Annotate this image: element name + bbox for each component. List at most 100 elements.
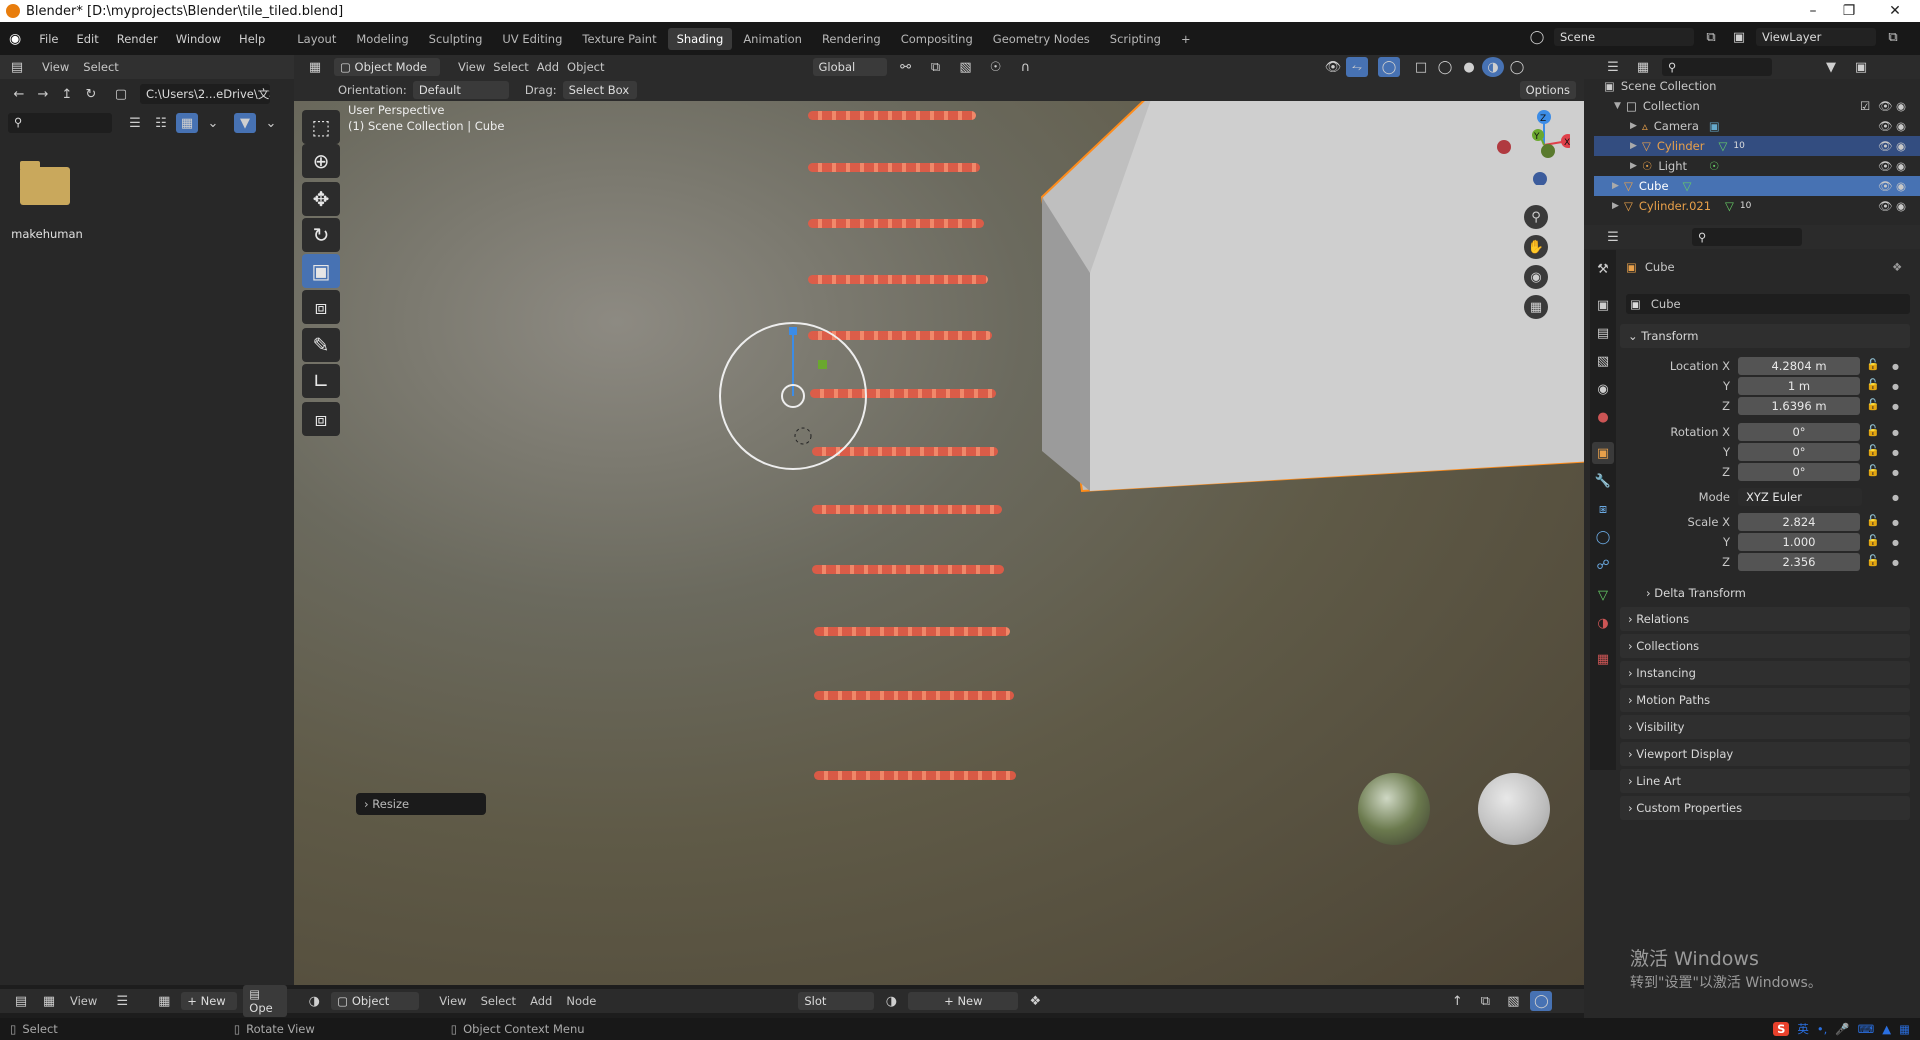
snap-target-icon[interactable]: ▧ — [955, 57, 977, 77]
pan-hand-icon[interactable]: ✋ — [1524, 235, 1548, 259]
outliner-filter-icon[interactable]: ▼ — [1820, 57, 1842, 77]
rendered-shading-icon[interactable]: ◯ — [1506, 57, 1528, 77]
add-workspace-button[interactable]: + — [1172, 28, 1200, 50]
ime-logo-icon[interactable]: S — [1773, 1022, 1790, 1036]
material-tab-icon[interactable]: ◑ — [1592, 612, 1614, 634]
thumbnail-view-icon[interactable]: ▦ — [176, 113, 198, 133]
outliner-item-cylinder[interactable]: ▶ ▽ Cylinder ▽ 10 👁 ◉ — [1594, 136, 1920, 156]
lock-icon[interactable]: 🔓 — [1866, 378, 1880, 391]
parent-node-tree-icon[interactable]: ↑ — [1446, 991, 1468, 1011]
checkbox-icon[interactable]: ☑ — [1860, 99, 1870, 113]
slot-dropdown[interactable]: Slot — [798, 992, 875, 1010]
ime-grid-icon[interactable]: ▦ — [1899, 1022, 1910, 1036]
ime-language[interactable]: 英 — [1797, 1021, 1809, 1037]
refresh-icon[interactable]: ↻ — [80, 84, 102, 104]
lock-icon[interactable]: 🔓 — [1866, 398, 1880, 411]
editor-type-icon[interactable]: ▤ — [6, 57, 28, 77]
falloff-icon[interactable]: ∩ — [1015, 57, 1037, 77]
cursor-tool-icon[interactable]: ⊕ — [302, 144, 340, 178]
lock-icon[interactable]: 🔓 — [1866, 464, 1880, 477]
motion-paths-panel-header[interactable]: › Motion Paths — [1620, 688, 1910, 712]
transform-orientation-dropdown[interactable]: Global — [812, 58, 887, 76]
scale-y-field[interactable]: 1.000 — [1738, 533, 1860, 551]
keyframe-dot-icon[interactable]: ● — [1892, 362, 1899, 371]
properties-search-input[interactable]: ⚲ — [1692, 228, 1802, 246]
tab-shading[interactable]: Shading — [667, 27, 733, 50]
keyframe-dot-icon[interactable]: ● — [1892, 558, 1899, 567]
tab-scripting[interactable]: Scripting — [1101, 28, 1170, 50]
node-select-menu[interactable]: Select — [481, 994, 516, 1008]
viewport-add-menu[interactable]: Add — [537, 60, 559, 74]
drag-dropdown[interactable]: Select Box — [562, 81, 637, 99]
custom-properties-panel-header[interactable]: › Custom Properties — [1620, 796, 1910, 820]
outliner-editor-icon[interactable]: ☰ — [1602, 57, 1624, 77]
pin-icon[interactable]: ❖ — [1024, 991, 1046, 1011]
overlay-toggle-icon[interactable]: ◯ — [1530, 991, 1553, 1011]
path-field[interactable]: C:\Users\2...eDrive\文档\ — [140, 84, 270, 104]
fb-select-menu[interactable]: Select — [83, 60, 118, 74]
blender-menu-icon[interactable]: ◉ — [0, 31, 30, 47]
material-shading-icon[interactable]: ◑ — [1482, 57, 1504, 77]
menu-window[interactable]: Window — [167, 32, 230, 46]
navigation-gizmo[interactable]: Z Y X — [1490, 105, 1570, 185]
hamburger-menu-icon[interactable]: ☰ — [111, 991, 133, 1011]
forward-icon[interactable]: → — [32, 84, 54, 104]
transform-tool-icon[interactable]: ⧈ — [302, 290, 340, 324]
location-y-field[interactable]: 1 m — [1738, 377, 1860, 395]
proportional-edit-icon[interactable]: ☉ — [985, 57, 1007, 77]
keyframe-dot-icon[interactable]: ● — [1892, 402, 1899, 411]
rotation-z-field[interactable]: 0° — [1738, 463, 1860, 481]
lock-icon[interactable]: 🔓 — [1866, 534, 1880, 547]
display-mode-icon[interactable]: ▦ — [1632, 57, 1654, 77]
menu-edit[interactable]: Edit — [67, 32, 107, 46]
line-art-panel-header[interactable]: › Line Art — [1620, 769, 1910, 793]
short-list-icon[interactable]: ☷ — [150, 113, 172, 133]
search-input[interactable]: ⚲ — [8, 113, 112, 133]
lock-icon[interactable]: 🔓 — [1866, 424, 1880, 437]
ime-shirt-icon[interactable]: ▲ — [1882, 1022, 1891, 1036]
pin-icon[interactable]: ❖ — [1892, 260, 1902, 274]
parent-dir-icon[interactable]: ↥ — [56, 84, 78, 104]
eye-icon[interactable]: 👁 — [1878, 119, 1893, 133]
orientation-dropdown[interactable]: Default — [412, 81, 509, 99]
node-add-menu[interactable]: Add — [530, 994, 552, 1008]
outliner-item-light[interactable]: ▶ ☉ Light ☉ 👁 ◉ — [1630, 156, 1920, 176]
rotate-tool-icon[interactable]: ↻ — [302, 218, 340, 252]
keyframe-dot-icon[interactable]: ● — [1892, 428, 1899, 437]
rotation-x-field[interactable]: 0° — [1738, 423, 1860, 441]
outliner-item-cube[interactable]: ▶ ▽ Cube ▽ 👁 ◉ — [1594, 176, 1920, 196]
fb-view-menu[interactable]: View — [42, 60, 69, 74]
menu-file[interactable]: File — [30, 32, 67, 46]
outliner-root[interactable]: ▣ Scene Collection — [1604, 76, 1920, 96]
gizmo-toggle-icon[interactable]: ⥊ — [1346, 57, 1368, 77]
viewport-editor-icon[interactable]: ▦ — [304, 57, 326, 77]
camera-render-icon[interactable]: ◉ — [1896, 99, 1906, 113]
eye-icon[interactable]: 👁 — [1878, 139, 1893, 153]
pivot-icon[interactable]: ⚯ — [895, 57, 917, 77]
snap-icon[interactable]: ⧉ — [1474, 991, 1496, 1011]
keyframe-dot-icon[interactable]: ● — [1892, 382, 1899, 391]
move-tool-icon[interactable]: ✥ — [302, 182, 340, 216]
keyframe-dot-icon[interactable]: ● — [1892, 538, 1899, 547]
outliner-search-input[interactable]: ⚲ — [1662, 58, 1772, 76]
new-viewlayer-icon[interactable]: ⧉ — [1882, 27, 1904, 47]
options-dropdown[interactable]: Options — [1519, 81, 1576, 99]
delta-transform-subpanel[interactable]: › Delta Transform — [1646, 586, 1746, 600]
camera-render-icon[interactable]: ◉ — [1896, 119, 1906, 133]
camera-render-icon[interactable]: ◉ — [1896, 199, 1906, 213]
tab-uv-editing[interactable]: UV Editing — [493, 28, 571, 50]
mode-selector[interactable]: ▢ Object Mode — [334, 58, 440, 76]
ortho-grid-icon[interactable]: ▦ — [1524, 295, 1548, 319]
camera-render-icon[interactable]: ◉ — [1896, 179, 1906, 193]
tab-sculpting[interactable]: Sculpting — [420, 28, 492, 50]
visibility-panel-header[interactable]: › Visibility — [1620, 715, 1910, 739]
keyframe-dot-icon[interactable]: ● — [1892, 468, 1899, 477]
viewport-3d[interactable]: ▦ ▢ Object Mode View Select Add Object G… — [294, 55, 1584, 985]
instancing-panel-header[interactable]: › Instancing — [1620, 661, 1910, 685]
keyframe-dot-icon[interactable]: ● — [1892, 448, 1899, 457]
image-icon[interactable]: ▦ — [38, 991, 60, 1011]
camera-render-icon[interactable]: ◉ — [1896, 159, 1906, 173]
open-image-button[interactable]: ▤ Ope — [243, 985, 288, 1017]
scene-icon[interactable]: ◯ — [1526, 27, 1548, 47]
eye-icon[interactable]: 👁 — [1878, 179, 1893, 193]
